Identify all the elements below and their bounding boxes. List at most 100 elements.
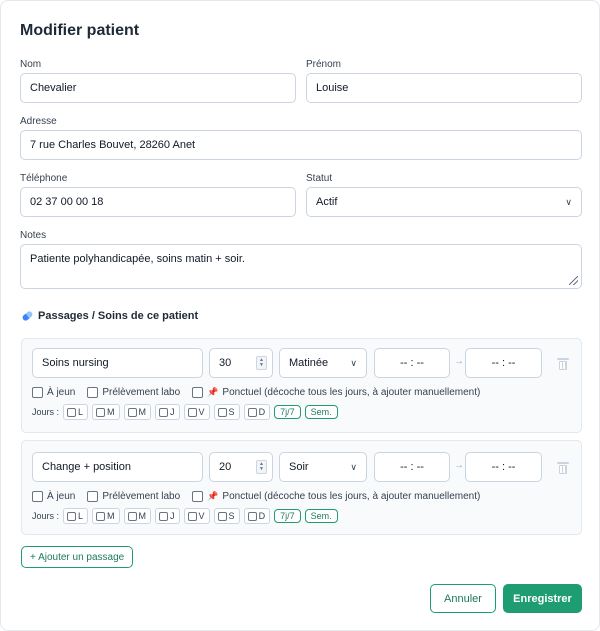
day-label: D bbox=[258, 511, 266, 521]
a-jeun-label: À jeun bbox=[47, 490, 76, 502]
weekdays-button[interactable]: Sem. bbox=[304, 405, 338, 419]
statut-select[interactable]: Actif ∨ bbox=[306, 187, 582, 217]
prenom-input[interactable]: Louise bbox=[306, 73, 582, 103]
passage-card: Soins nursing 30 ▲ ▼ Matinée ∨ -- : -- → … bbox=[21, 338, 582, 433]
ponctuel-checkbox[interactable]: 📌 Ponctuel (décoche tous les jours, à ajo… bbox=[192, 386, 481, 398]
passage-end-time[interactable]: -- : -- bbox=[465, 452, 542, 482]
day-label: M bbox=[107, 407, 115, 417]
day-label: D bbox=[258, 407, 266, 417]
day-label: L bbox=[78, 407, 84, 417]
statut-value: Actif bbox=[316, 196, 338, 208]
edit-patient-modal: Modifier patient Nom Chevalier Prénom Lo… bbox=[0, 0, 600, 631]
day-label: J bbox=[170, 407, 175, 417]
a-jeun-checkbox[interactable]: À jeun bbox=[32, 386, 76, 398]
ponctuel-label: Ponctuel (décoche tous les jours, à ajou… bbox=[222, 386, 481, 398]
day-checkbox[interactable]: S bbox=[213, 404, 240, 420]
spinner-icon[interactable]: ▲ ▼ bbox=[256, 460, 267, 474]
pin-icon: 📌 bbox=[207, 490, 219, 501]
pill-icon bbox=[21, 310, 34, 322]
statut-label: Statut bbox=[306, 173, 333, 184]
period-value: Matinée bbox=[289, 357, 329, 369]
duration-value: 30 bbox=[219, 357, 232, 369]
telephone-input[interactable]: 02 37 00 00 18 bbox=[20, 187, 296, 217]
notes-value: Patiente polyhandicapée, soins matin + s… bbox=[30, 253, 245, 265]
passages-section-title: Passages / Soins de ce patient bbox=[21, 310, 199, 322]
pin-icon: 📌 bbox=[207, 386, 219, 397]
a-jeun-checkbox[interactable]: À jeun bbox=[32, 490, 76, 502]
save-button[interactable]: Enregistrer bbox=[503, 584, 582, 613]
passage-start-time[interactable]: -- : -- bbox=[374, 452, 450, 482]
day-checkbox[interactable]: M bbox=[92, 404, 120, 420]
cancel-button[interactable]: Annuler bbox=[430, 584, 496, 613]
passage-card: Change + position 20 ▲ ▼ Soir ∨ -- : -- →… bbox=[21, 440, 582, 535]
days-row: Jours : L M M J V S D 7j/7 Sem. bbox=[32, 404, 342, 420]
days-row: Jours : L M M J V S D 7j/7 Sem. bbox=[32, 508, 342, 524]
add-passage-button[interactable]: + Ajouter un passage bbox=[21, 546, 134, 568]
period-value: Soir bbox=[289, 461, 309, 473]
day-label: J bbox=[170, 511, 175, 521]
day-checkbox[interactable]: D bbox=[243, 404, 271, 420]
day-label: M bbox=[107, 511, 115, 521]
passages-title-text: Passages / Soins de ce patient bbox=[38, 310, 199, 322]
day-label: L bbox=[78, 511, 84, 521]
weekdays-button[interactable]: Sem. bbox=[304, 509, 338, 523]
passage-end-time[interactable]: -- : -- bbox=[465, 348, 542, 378]
prelevement-label: Prélèvement labo bbox=[102, 490, 181, 502]
passage-start-time[interactable]: -- : -- bbox=[374, 348, 450, 378]
all-days-button[interactable]: 7j/7 bbox=[274, 509, 301, 523]
passage-name-input[interactable]: Change + position bbox=[32, 452, 203, 482]
day-label: M bbox=[138, 511, 147, 521]
prelevement-checkbox[interactable]: Prélèvement labo bbox=[87, 490, 181, 502]
resize-handle-icon[interactable] bbox=[569, 276, 578, 285]
day-label: V bbox=[198, 511, 205, 521]
chevron-down-icon: ∨ bbox=[350, 357, 357, 368]
passage-duration-input[interactable]: 30 ▲ ▼ bbox=[209, 348, 273, 378]
notes-textarea[interactable]: Patiente polyhandicapée, soins matin + s… bbox=[20, 244, 582, 289]
day-checkbox[interactable]: J bbox=[155, 404, 180, 420]
day-checkbox[interactable]: L bbox=[63, 508, 89, 524]
day-label: S bbox=[228, 407, 235, 417]
prenom-label: Prénom bbox=[306, 59, 342, 70]
arrow-right-icon: → bbox=[454, 460, 464, 471]
passage-options: À jeun Prélèvement labo 📌 Ponctuel (décoc… bbox=[32, 489, 492, 503]
chevron-down-icon: ∨ bbox=[565, 196, 572, 207]
adresse-label: Adresse bbox=[20, 116, 57, 127]
chevron-down-icon: ∨ bbox=[350, 461, 357, 472]
day-checkbox[interactable]: J bbox=[155, 508, 180, 524]
notes-label: Notes bbox=[20, 230, 47, 241]
modal-title: Modifier patient bbox=[20, 22, 140, 39]
day-label: M bbox=[138, 407, 147, 417]
day-checkbox[interactable]: L bbox=[63, 404, 89, 420]
days-label: Jours : bbox=[32, 407, 60, 417]
passage-options: À jeun Prélèvement labo 📌 Ponctuel (décoc… bbox=[32, 385, 492, 399]
passage-period-select[interactable]: Soir ∨ bbox=[279, 452, 367, 482]
a-jeun-label: À jeun bbox=[47, 386, 76, 398]
day-checkbox[interactable]: M bbox=[92, 508, 120, 524]
day-checkbox[interactable]: M bbox=[123, 404, 152, 420]
passage-duration-input[interactable]: 20 ▲ ▼ bbox=[209, 452, 273, 482]
duration-value: 20 bbox=[219, 461, 232, 473]
telephone-label: Téléphone bbox=[20, 173, 68, 184]
all-days-button[interactable]: 7j/7 bbox=[274, 405, 301, 419]
arrow-right-icon: → bbox=[454, 356, 464, 367]
ponctuel-label: Ponctuel (décoche tous les jours, à ajou… bbox=[222, 490, 481, 502]
day-checkbox[interactable]: D bbox=[243, 508, 271, 524]
day-checkbox[interactable]: V bbox=[183, 508, 210, 524]
days-label: Jours : bbox=[32, 511, 60, 521]
prelevement-checkbox[interactable]: Prélèvement labo bbox=[87, 386, 181, 398]
trash-icon[interactable] bbox=[557, 462, 569, 474]
nom-label: Nom bbox=[20, 59, 42, 70]
nom-input[interactable]: Chevalier bbox=[20, 73, 296, 103]
passage-name-input[interactable]: Soins nursing bbox=[32, 348, 203, 378]
day-checkbox[interactable]: V bbox=[183, 404, 210, 420]
day-label: S bbox=[228, 511, 235, 521]
ponctuel-checkbox[interactable]: 📌 Ponctuel (décoche tous les jours, à ajo… bbox=[192, 490, 481, 502]
spinner-icon[interactable]: ▲ ▼ bbox=[256, 356, 267, 370]
passage-period-select[interactable]: Matinée ∨ bbox=[279, 348, 367, 378]
adresse-input[interactable]: 7 rue Charles Bouvet, 28260 Anet bbox=[20, 130, 582, 160]
day-checkbox[interactable]: M bbox=[123, 508, 152, 524]
trash-icon[interactable] bbox=[557, 358, 569, 370]
prelevement-label: Prélèvement labo bbox=[102, 386, 181, 398]
day-checkbox[interactable]: S bbox=[213, 508, 240, 524]
day-label: V bbox=[198, 407, 205, 417]
